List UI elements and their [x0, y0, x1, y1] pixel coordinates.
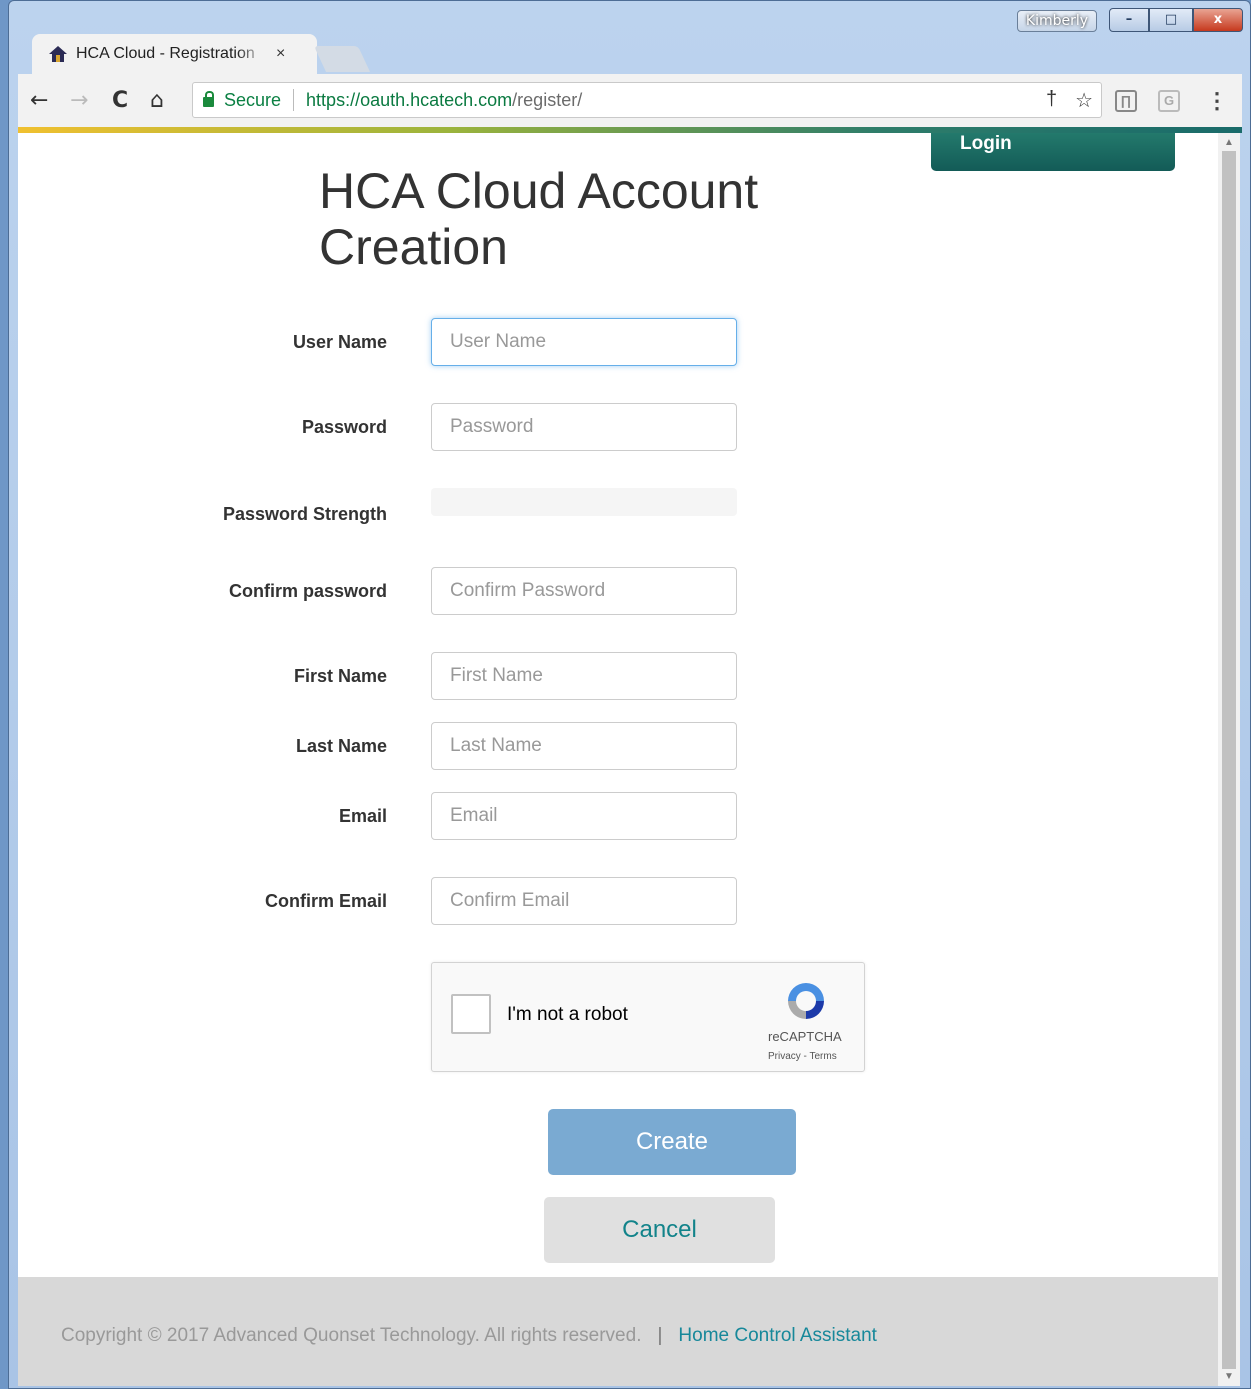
- first-name-input[interactable]: [431, 652, 737, 700]
- profile-badge[interactable]: Kimberly: [1017, 10, 1097, 32]
- login-button[interactable]: Login: [931, 133, 1175, 171]
- scroll-down-icon[interactable]: ▼: [1224, 1371, 1234, 1382]
- recaptcha-label: I'm not a robot: [507, 1004, 628, 1025]
- scroll-thumb[interactable]: [1222, 151, 1236, 1369]
- tab-title: HCA Cloud - Registration: [76, 45, 255, 62]
- first-name-label: First Name: [293, 666, 387, 686]
- cancel-button[interactable]: Cancel: [544, 1197, 775, 1263]
- page-footer: Copyright © 2017 Advanced Quonset Techno…: [18, 1277, 1218, 1386]
- home-icon[interactable]: ⌂: [150, 88, 164, 113]
- recaptcha-widget: I'm not a robot reCAPTCHA Privacy - Term…: [431, 962, 865, 1072]
- extension-g-icon[interactable]: G: [1158, 90, 1180, 112]
- bookmark-star-icon[interactable]: ☆: [1075, 88, 1093, 113]
- menu-icon[interactable]: ⋮: [1206, 88, 1228, 114]
- user-name-input[interactable]: [431, 318, 737, 366]
- browser-tab[interactable]: HCA Cloud - Registration ×: [32, 34, 317, 74]
- last-name-input[interactable]: [431, 722, 737, 770]
- secure-label: Secure: [224, 89, 282, 110]
- user-name-row: User Name: [18, 318, 1218, 366]
- extension-icon[interactable]: ∏: [1115, 90, 1137, 112]
- email-row: Email: [18, 792, 1218, 840]
- lock-icon: [203, 91, 214, 107]
- last-name-row: Last Name: [18, 722, 1218, 770]
- footer-text: Copyright © 2017 Advanced Quonset Techno…: [61, 1325, 877, 1347]
- password-strength-row: Password Strength: [18, 488, 1218, 536]
- scroll-up-icon[interactable]: ▲: [1224, 137, 1234, 148]
- reload-icon[interactable]: C: [112, 88, 128, 113]
- minimize-button[interactable]: –: [1109, 8, 1149, 32]
- copyright-text: Copyright © 2017 Advanced Quonset Techno…: [61, 1325, 642, 1346]
- address-bar[interactable]: Secure https://oauth.hcatech.com/registe…: [192, 82, 1102, 118]
- omnibox-divider: [293, 89, 295, 111]
- page-title: HCA Cloud Account Creation: [319, 163, 759, 275]
- recaptcha-checkbox[interactable]: [451, 994, 491, 1034]
- confirm-password-row: Confirm password: [18, 567, 1218, 615]
- first-name-row: First Name: [18, 652, 1218, 700]
- last-name-label: Last Name: [295, 736, 387, 756]
- create-button[interactable]: Create: [548, 1109, 796, 1175]
- omnibox-actions: † ☆: [1046, 88, 1093, 113]
- password-input[interactable]: [431, 403, 737, 451]
- password-label: Password: [301, 417, 387, 437]
- forward-arrow-icon[interactable]: →: [70, 88, 88, 113]
- confirm-password-input[interactable]: [431, 567, 737, 615]
- password-strength-meter: [431, 488, 737, 516]
- recaptcha-links[interactable]: Privacy - Terms: [768, 1051, 837, 1062]
- vertical-scrollbar[interactable]: ▲ ▼: [1218, 133, 1240, 1386]
- confirm-email-row: Confirm Email: [18, 877, 1218, 925]
- url-host: https://oauth.hcatech.com: [306, 89, 513, 110]
- confirm-email-label: Confirm Email: [264, 891, 387, 911]
- close-window-button[interactable]: x: [1193, 8, 1243, 32]
- password-row: Password: [18, 403, 1218, 451]
- recaptcha-logo-icon: [788, 983, 824, 1019]
- footer-separator: |: [657, 1325, 663, 1346]
- key-icon[interactable]: †: [1046, 88, 1057, 113]
- window-controls: – □ x: [1109, 8, 1243, 34]
- home-control-assistant-link[interactable]: Home Control Assistant: [678, 1325, 877, 1346]
- tab-close-icon[interactable]: ×: [276, 45, 285, 63]
- page-viewport: Login HCA Cloud Account Creation User Na…: [18, 133, 1218, 1386]
- password-strength-label: Password Strength: [222, 504, 387, 524]
- email-input[interactable]: [431, 792, 737, 840]
- user-name-label: User Name: [292, 332, 387, 352]
- back-arrow-icon[interactable]: ←: [30, 88, 48, 113]
- recaptcha-brand: reCAPTCHA: [768, 1029, 842, 1044]
- email-label: Email: [338, 806, 387, 826]
- url-path: /register/: [512, 89, 583, 110]
- house-icon: [49, 46, 67, 62]
- browser-toolbar: ← → C ⌂ Secure https://oauth.hcatech.com…: [18, 74, 1242, 130]
- confirm-password-label: Confirm password: [228, 581, 387, 601]
- confirm-email-input[interactable]: [431, 877, 737, 925]
- maximize-button[interactable]: □: [1149, 8, 1193, 32]
